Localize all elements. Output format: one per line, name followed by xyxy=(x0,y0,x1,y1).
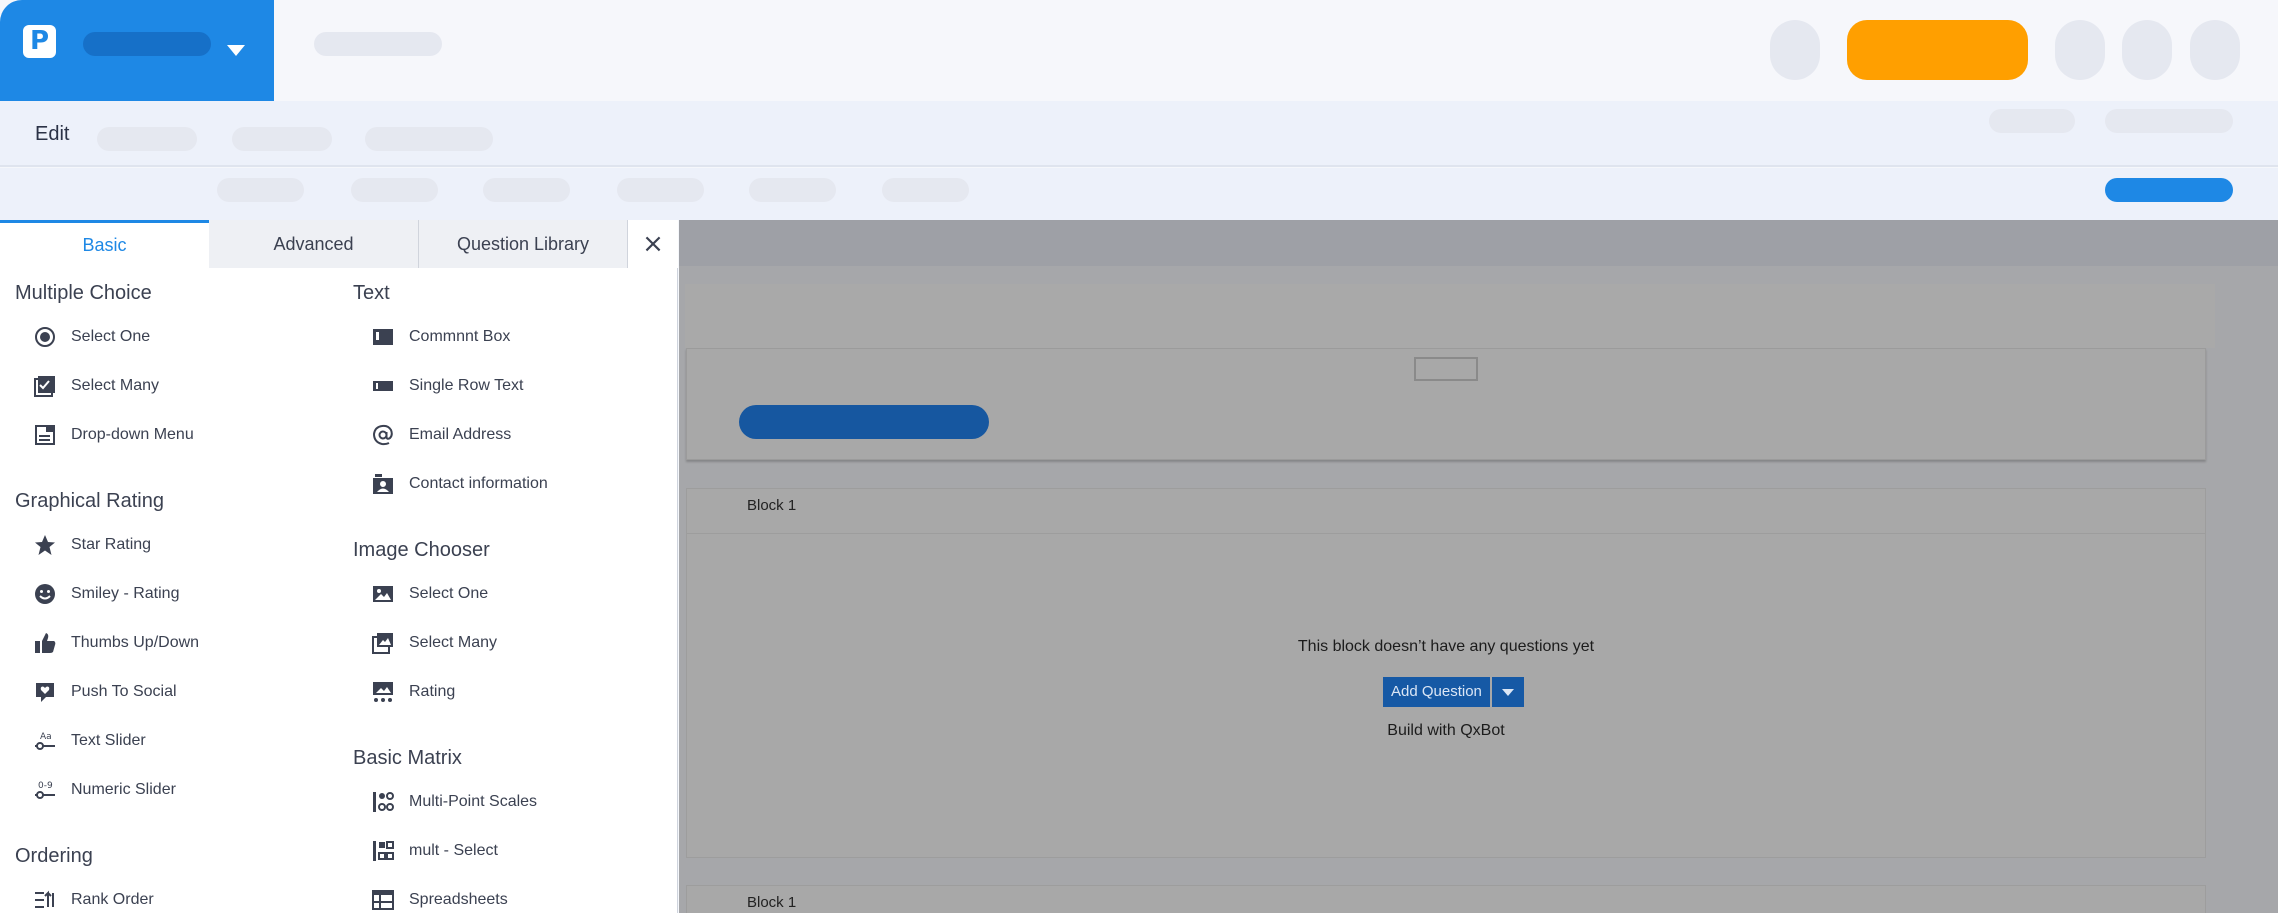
svg-text:Aa: Aa xyxy=(40,732,52,742)
section-title-image-chooser: Image Chooser xyxy=(353,539,490,561)
edit-label: Edit xyxy=(35,123,70,145)
multi-point-scale-icon xyxy=(371,790,395,814)
comment-box-icon xyxy=(371,325,395,349)
empty-block-message: This block doesn’t have any questions ye… xyxy=(1297,638,1595,655)
question-type-item[interactable]: Single Row Text xyxy=(371,371,523,401)
thumbs-up-icon xyxy=(33,631,57,655)
survey-header-card[interactable] xyxy=(686,348,2206,460)
logo-placeholder[interactable] xyxy=(1414,357,1478,381)
close-icon[interactable]: × xyxy=(628,220,678,268)
project-name-placeholder xyxy=(83,32,211,56)
contact-card-icon xyxy=(371,472,395,496)
nav-tab-placeholder[interactable] xyxy=(97,127,197,151)
question-types-panel: Basic Advanced Question Library × Multip… xyxy=(0,220,678,913)
edit-bar-action-placeholder[interactable] xyxy=(2105,109,2233,133)
header-icon-button[interactable] xyxy=(1770,20,1820,80)
text-slider-icon: Aa xyxy=(33,729,57,753)
add-question-control: Add Question xyxy=(1383,677,1524,707)
block-body: This block doesn’t have any questions ye… xyxy=(687,533,2205,859)
question-type-item[interactable]: Star Rating xyxy=(33,530,151,560)
question-type-item[interactable]: Multi-Point Scales xyxy=(371,787,537,817)
block-title[interactable]: Block 1 xyxy=(747,497,796,514)
question-type-item[interactable]: Select Many xyxy=(33,371,159,401)
build-with-qxbot-link[interactable]: Build with QxBot xyxy=(687,722,2205,740)
images-icon xyxy=(371,631,395,655)
rank-order-icon xyxy=(33,888,57,912)
header-icon-button[interactable] xyxy=(2055,20,2105,80)
question-type-item[interactable]: Email Address xyxy=(371,420,511,450)
add-question-button[interactable]: Add Question xyxy=(1383,677,1490,707)
question-type-item[interactable]: 0-9 Numeric Slider xyxy=(33,775,176,805)
edit-bar: Edit xyxy=(0,101,2278,167)
survey-canvas-background xyxy=(685,284,2215,348)
toolbar-item-placeholder[interactable] xyxy=(217,178,304,202)
question-type-item[interactable]: Drop-down Menu xyxy=(33,420,194,450)
primary-action-button[interactable] xyxy=(1847,20,2028,80)
toolbar-item-placeholder[interactable] xyxy=(882,178,969,202)
toolbar xyxy=(0,168,2278,220)
survey-block: Block 1 xyxy=(686,885,2206,913)
brand-area[interactable]: P xyxy=(0,0,274,101)
heart-bubble-icon xyxy=(33,680,57,704)
survey-block: Block 1 This block doesn’t have any ques… xyxy=(686,488,2206,858)
block-title[interactable]: Block 1 xyxy=(747,894,796,911)
logo-icon: P xyxy=(23,25,56,58)
top-bar: P xyxy=(0,0,2278,101)
at-sign-icon xyxy=(371,423,395,447)
question-type-item[interactable]: Select One xyxy=(33,322,150,352)
section-title-basic-matrix: Basic Matrix xyxy=(353,747,462,769)
nav-tab-placeholder[interactable] xyxy=(232,127,332,151)
section-title-multiple-choice: Multiple Choice xyxy=(15,282,152,304)
question-type-item[interactable]: Aa Text Slider xyxy=(33,726,146,756)
question-type-item[interactable]: Select Many xyxy=(371,628,497,658)
question-type-item[interactable]: Select One xyxy=(371,579,488,609)
question-type-item[interactable]: Smiley - Rating xyxy=(33,579,179,609)
breadcrumb-placeholder xyxy=(314,32,442,56)
section-title-ordering: Ordering xyxy=(15,845,93,867)
toolbar-item-placeholder[interactable] xyxy=(749,178,836,202)
edit-bar-action-placeholder[interactable] xyxy=(1989,109,2075,133)
checkbox-icon xyxy=(33,374,57,398)
toolbar-item-placeholder[interactable] xyxy=(617,178,704,202)
question-type-item[interactable]: Rating xyxy=(371,677,455,707)
question-type-item[interactable]: Push To Social xyxy=(33,677,177,707)
survey-title-placeholder[interactable] xyxy=(739,405,989,439)
section-title-graphical-rating: Graphical Rating xyxy=(15,490,164,512)
question-type-item[interactable]: Spreadsheets xyxy=(371,885,508,913)
question-type-item[interactable]: Thumbs Up/Down xyxy=(33,628,199,658)
question-type-item[interactable]: Rank Order xyxy=(33,885,154,913)
spreadsheet-icon xyxy=(371,888,395,912)
single-row-text-icon xyxy=(371,374,395,398)
toolbar-item-placeholder[interactable] xyxy=(351,178,438,202)
section-title-text: Text xyxy=(353,282,390,304)
image-rating-icon xyxy=(371,680,395,704)
chevron-down-icon[interactable] xyxy=(1491,677,1524,707)
svg-text:0-9: 0-9 xyxy=(38,781,53,791)
question-type-item[interactable]: mult - Select xyxy=(371,836,498,866)
nav-tab-placeholder[interactable] xyxy=(365,127,493,151)
matrix-select-icon xyxy=(371,839,395,863)
star-icon xyxy=(33,533,57,557)
tab-basic[interactable]: Basic xyxy=(0,220,210,268)
header-icon-button[interactable] xyxy=(2122,20,2172,80)
dropdown-menu-icon xyxy=(33,423,57,447)
numeric-slider-icon: 0-9 xyxy=(33,778,57,802)
smiley-icon xyxy=(33,582,57,606)
chevron-down-icon[interactable] xyxy=(227,45,245,56)
image-icon xyxy=(371,582,395,606)
survey-editor-canvas: Block 1 This block doesn’t have any ques… xyxy=(679,220,2278,913)
tab-advanced[interactable]: Advanced xyxy=(209,220,419,268)
question-type-item[interactable]: Commnnt Box xyxy=(371,322,510,352)
radio-icon xyxy=(33,325,57,349)
header-icon-button[interactable] xyxy=(2190,20,2240,80)
toolbar-item-placeholder[interactable] xyxy=(483,178,570,202)
publish-button[interactable] xyxy=(2105,178,2233,202)
tab-question-library[interactable]: Question Library xyxy=(419,220,628,268)
editor-top-strip xyxy=(679,220,2278,266)
question-type-item[interactable]: Contact information xyxy=(371,469,548,499)
panel-tabs: Basic Advanced Question Library × xyxy=(0,220,678,268)
